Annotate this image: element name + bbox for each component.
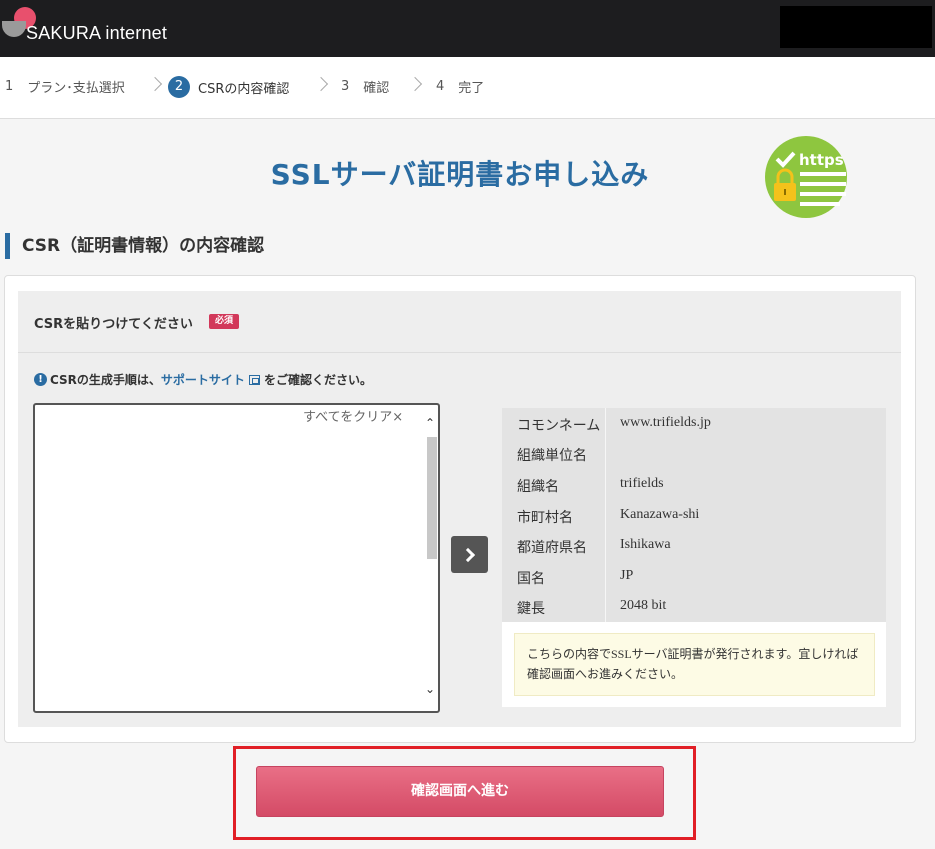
required-badge: 必須 [209, 314, 239, 329]
chevron-right-icon [460, 547, 475, 562]
top-bar: SAKURA internet [0, 0, 935, 57]
table-row: コモンネーム www.trifields.jp [517, 415, 711, 434]
step-1: 1 プラン･支払選択 [5, 79, 125, 96]
support-site-link[interactable]: サポートサイト [161, 371, 245, 388]
progress-stepper: 1 プラン･支払選択 2 CSRの内容確認 3 確認 4 完了 [0, 57, 935, 119]
csr-textarea[interactable] [33, 403, 440, 713]
chevron-right-icon [147, 76, 163, 92]
result-confirmation-note: こちらの内容でSSLサーバ証明書が発行されます。宜しければ 確認画面へお進みくだ… [514, 633, 875, 696]
csr-field-label: CSRを貼りつけてください [34, 317, 193, 332]
scroll-up-icon[interactable]: ⌃ [425, 416, 435, 430]
external-link-icon [248, 374, 260, 385]
step-3: 3 確認 [341, 79, 390, 96]
svg-text:https: https [799, 151, 844, 169]
chevron-right-icon [313, 76, 329, 92]
csr-details-table: コモンネーム www.trifields.jp 組織単位名 組織名 trifield… [502, 408, 886, 622]
table-row: 市町村名 Kanazawa-shi [517, 507, 700, 526]
account-area[interactable] [780, 6, 932, 48]
brand-name: SAKURA internet [26, 23, 168, 43]
table-row: 国名 JP [517, 568, 634, 587]
table-row: 鍵長 2048 bit [517, 598, 667, 617]
step-2-active: 2 CSRの内容確認 [168, 76, 289, 98]
proceed-to-confirm-button[interactable]: 確認画面へ進む [256, 766, 664, 817]
brand-logo[interactable]: SAKURA internet [0, 6, 167, 46]
table-row: 組織名 trifields [517, 476, 664, 495]
scroll-down-icon[interactable]: ⌄ [425, 682, 435, 696]
https-lock-icon: https [765, 136, 847, 218]
csr-help-note: ! CSRの生成手順は、 サポートサイト をご確認ください。 [34, 371, 372, 388]
table-row: 都道府県名 Ishikawa [517, 537, 671, 556]
table-row: 組織単位名 [517, 449, 587, 464]
textarea-scrollbar-thumb[interactable] [427, 437, 437, 559]
chevron-right-icon [407, 76, 423, 92]
parse-csr-button[interactable] [451, 536, 488, 573]
table-column-divider [605, 408, 606, 622]
section-heading: CSR（証明書情報）の内容確認 [5, 233, 264, 259]
info-icon: ! [34, 373, 47, 386]
clear-all-button[interactable]: すべてをクリア× [303, 406, 403, 425]
step-4: 4 完了 [436, 79, 485, 96]
